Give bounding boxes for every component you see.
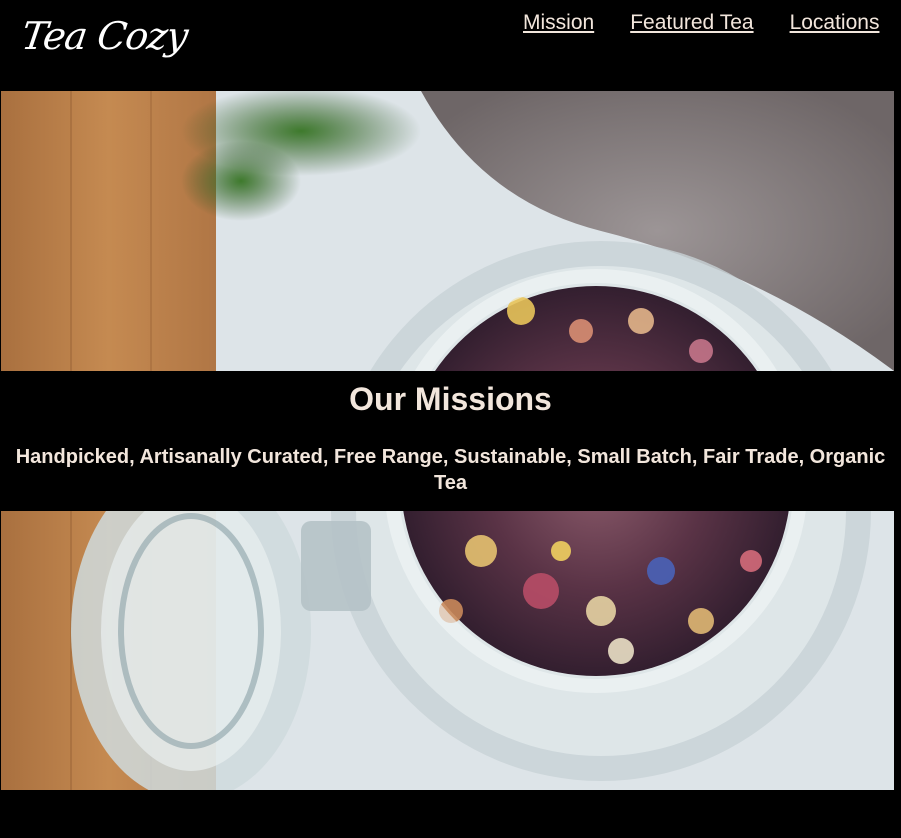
nav-link-locations[interactable]: Locations <box>790 11 880 35</box>
nav-link-featured-tea[interactable]: Featured Tea <box>630 11 753 35</box>
mission-description: Handpicked, Artisanally Curated, Free Ra… <box>15 446 886 494</box>
main-nav: Mission Featured Tea Locations <box>523 11 901 35</box>
mission-title: Our Missions <box>349 381 552 417</box>
logo[interactable]: Tea Cozy <box>19 14 190 58</box>
mission-section: Our Missions Handpicked, Artisanally Cur… <box>0 371 901 511</box>
site-header: Tea Cozy Mission Featured Tea Locations <box>0 0 901 90</box>
nav-link-mission[interactable]: Mission <box>523 11 594 35</box>
